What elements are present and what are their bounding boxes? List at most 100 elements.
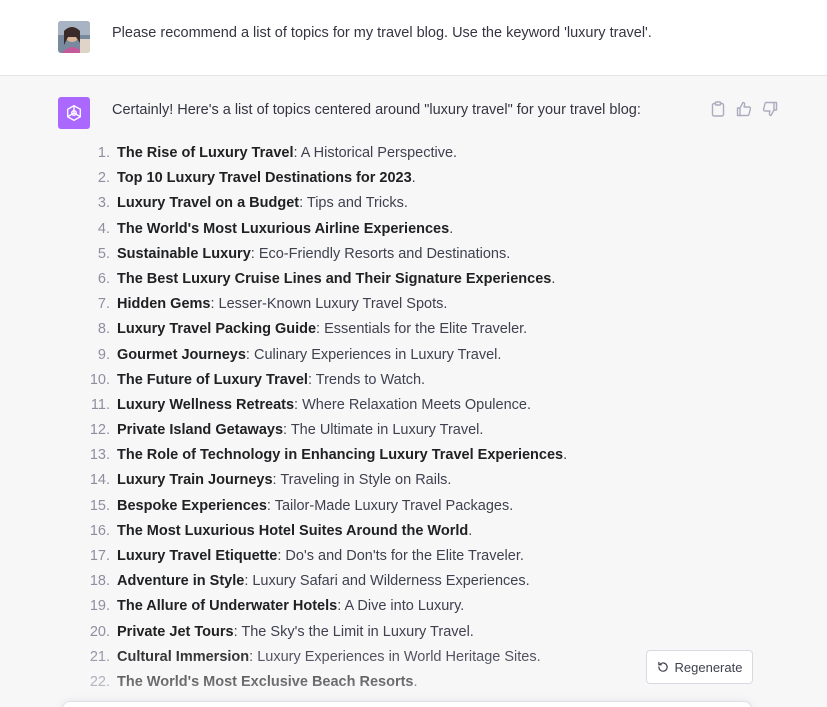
list-item-text: The Allure of Underwater Hotels: A Dive … — [117, 595, 464, 617]
message-actions — [709, 100, 779, 118]
list-item-text: The Role of Technology in Enhancing Luxu… — [117, 444, 567, 466]
list-item-number: 21. — [89, 648, 110, 665]
topic-description: . — [551, 270, 556, 287]
topic-title: The Rise of Luxury Travel — [117, 145, 294, 161]
list-item-text: Cultural Immersion: Luxury Experiences i… — [117, 646, 541, 668]
list-item-number: 4. — [97, 220, 110, 237]
assistant-avatar — [58, 97, 90, 129]
list-item-number: 1. — [97, 145, 110, 161]
topic-description: . — [413, 673, 418, 690]
list-item-number: 22. — [89, 673, 110, 690]
topic-title: Luxury Travel Packing Guide — [117, 321, 317, 338]
regenerate-label: Regenerate — [674, 659, 743, 675]
topic-description: : Tips and Tricks. — [299, 195, 408, 212]
openai-logo-icon — [66, 104, 82, 122]
list-item-number: 6. — [97, 270, 110, 287]
assistant-intro-text: Certainly! Here's a list of topics cente… — [112, 102, 641, 118]
user-avatar — [58, 21, 90, 53]
topic-title: The Most Luxurious Hotel Suites Around t… — [117, 522, 469, 539]
topic-description: : The Ultimate in Luxury Travel. — [283, 422, 484, 439]
list-item-number: 12. — [89, 422, 110, 439]
thumbs-up-button[interactable] — [735, 100, 753, 118]
topic-description: . — [468, 522, 473, 539]
list-item-number: 18. — [89, 573, 110, 590]
topic-title: Top 10 Luxury Travel Destinations for 20… — [117, 170, 412, 187]
topic-description: : Eco-Friendly Resorts and Destinations. — [250, 245, 511, 262]
list-item-text: The World's Most Exclusive Beach Resorts… — [117, 671, 418, 693]
message-input-box[interactable] — [62, 701, 752, 707]
list-item-number: 14. — [89, 472, 110, 489]
topic-description: : Where Relaxation Meets Opulence. — [294, 396, 531, 413]
topic-title: The World's Most Exclusive Beach Resorts — [117, 673, 414, 690]
list-item-text: Private Island Getaways: The Ultimate in… — [117, 419, 483, 441]
topic-title: Cultural Immersion — [117, 648, 250, 665]
list-item-number: 16. — [89, 522, 110, 539]
list-item-text: The Most Luxurious Hotel Suites Around t… — [117, 520, 472, 542]
list-item-text: The Best Luxury Cruise Lines and Their S… — [117, 268, 555, 290]
list-item-number: 11. — [90, 396, 110, 413]
topic-description: . — [411, 170, 416, 187]
topic-title: The Role of Technology in Enhancing Luxu… — [117, 447, 564, 464]
topic-title: Luxury Travel Etiquette — [117, 548, 278, 564]
topic-title: Gourmet Journeys — [117, 346, 246, 363]
topic-title: The Allure of Underwater Hotels — [117, 598, 338, 615]
refresh-icon — [657, 661, 668, 672]
thumbs-down-button[interactable] — [761, 100, 779, 118]
topic-title: Bespoke Experiences — [117, 497, 267, 514]
topic-title: Hidden Gems — [117, 296, 211, 313]
topic-description: : Do's and Don'ts for the Elite Traveler… — [277, 548, 524, 564]
topic-description: : A Historical Perspective. — [293, 145, 458, 161]
list-item-text: Bespoke Experiences: Tailor-Made Luxury … — [117, 495, 513, 517]
list-item-text: The Future of Luxury Travel: Trends to W… — [117, 369, 425, 391]
user-message-row: Please recommend a list of topics for my… — [0, 0, 827, 76]
list-item-text: Luxury Train Journeys: Traveling in Styl… — [117, 469, 451, 491]
list-item-text: Luxury Travel Etiquette: Do's and Don'ts… — [117, 545, 524, 567]
list-item-text: Hidden Gems: Lesser-Known Luxury Travel … — [117, 293, 447, 315]
topic-description: : A Dive into Luxury. — [337, 598, 465, 615]
list-item-text: Sustainable Luxury: Eco-Friendly Resorts… — [117, 243, 510, 265]
thumbs-down-icon — [762, 101, 778, 117]
topic-description: : Lesser-Known Luxury Travel Spots. — [210, 296, 448, 313]
list-item-number: 9. — [97, 346, 110, 363]
list-item-number: 20. — [89, 623, 110, 640]
topic-description: . — [449, 220, 454, 237]
topic-title: Luxury Train Journeys — [117, 472, 273, 489]
list-item-number: 13. — [89, 447, 110, 464]
topic-description: . — [563, 447, 568, 464]
topic-description: : Culinary Experiences in Luxury Travel. — [245, 346, 502, 363]
user-message-text: Please recommend a list of topics for my… — [112, 25, 652, 41]
topic-description: : The Sky's the Limit in Luxury Travel. — [233, 623, 474, 640]
topic-title: Luxury Wellness Retreats — [117, 396, 295, 413]
copy-button[interactable] — [709, 100, 727, 118]
topic-title: Adventure in Style — [117, 573, 245, 590]
topic-description: : Tailor-Made Luxury Travel Packages. — [266, 497, 514, 514]
list-item-number: 19. — [89, 598, 110, 615]
list-item-text: Luxury Wellness Retreats: Where Relaxati… — [117, 394, 531, 416]
list-item-number: 17. — [89, 548, 110, 564]
list-item-text: Gourmet Journeys: Culinary Experiences i… — [117, 344, 501, 366]
list-item-text: The World's Most Luxurious Airline Exper… — [117, 218, 453, 240]
list-item-number: 5. — [97, 245, 110, 262]
list-item-number: 10. — [89, 371, 110, 388]
list-item-number: 7. — [97, 296, 110, 313]
assistant-message-row: Certainly! Here's a list of topics cente… — [0, 76, 827, 707]
regenerate-button[interactable]: Regenerate — [646, 650, 753, 684]
topic-description: : Trends to Watch. — [307, 371, 426, 388]
list-item-number: 3. — [97, 195, 110, 212]
list-item-number: 2. — [97, 170, 110, 187]
topic-title: Sustainable Luxury — [117, 245, 251, 262]
list-item-number: 15. — [89, 497, 110, 514]
thumbs-up-icon — [736, 101, 752, 117]
topic-description: : Traveling in Style on Rails. — [272, 472, 452, 489]
topic-description: : Essentials for the Elite Traveler. — [316, 321, 528, 338]
list-item-text: Luxury Travel Packing Guide: Essentials … — [117, 318, 527, 340]
clipboard-icon — [711, 101, 725, 117]
list-item-number: 8. — [97, 321, 110, 338]
topic-title: Private Jet Tours — [117, 623, 234, 640]
topic-title: The Future of Luxury Travel — [117, 371, 308, 388]
list-item-text: Adventure in Style: Luxury Safari and Wi… — [117, 570, 530, 592]
topic-title: Luxury Travel on a Budget — [117, 195, 300, 212]
list-item-text: Luxury Travel on a Budget: Tips and Tric… — [117, 192, 408, 214]
topic-title: Private Island Getaways — [117, 422, 284, 439]
topic-description: : Luxury Safari and Wilderness Experienc… — [244, 573, 530, 590]
